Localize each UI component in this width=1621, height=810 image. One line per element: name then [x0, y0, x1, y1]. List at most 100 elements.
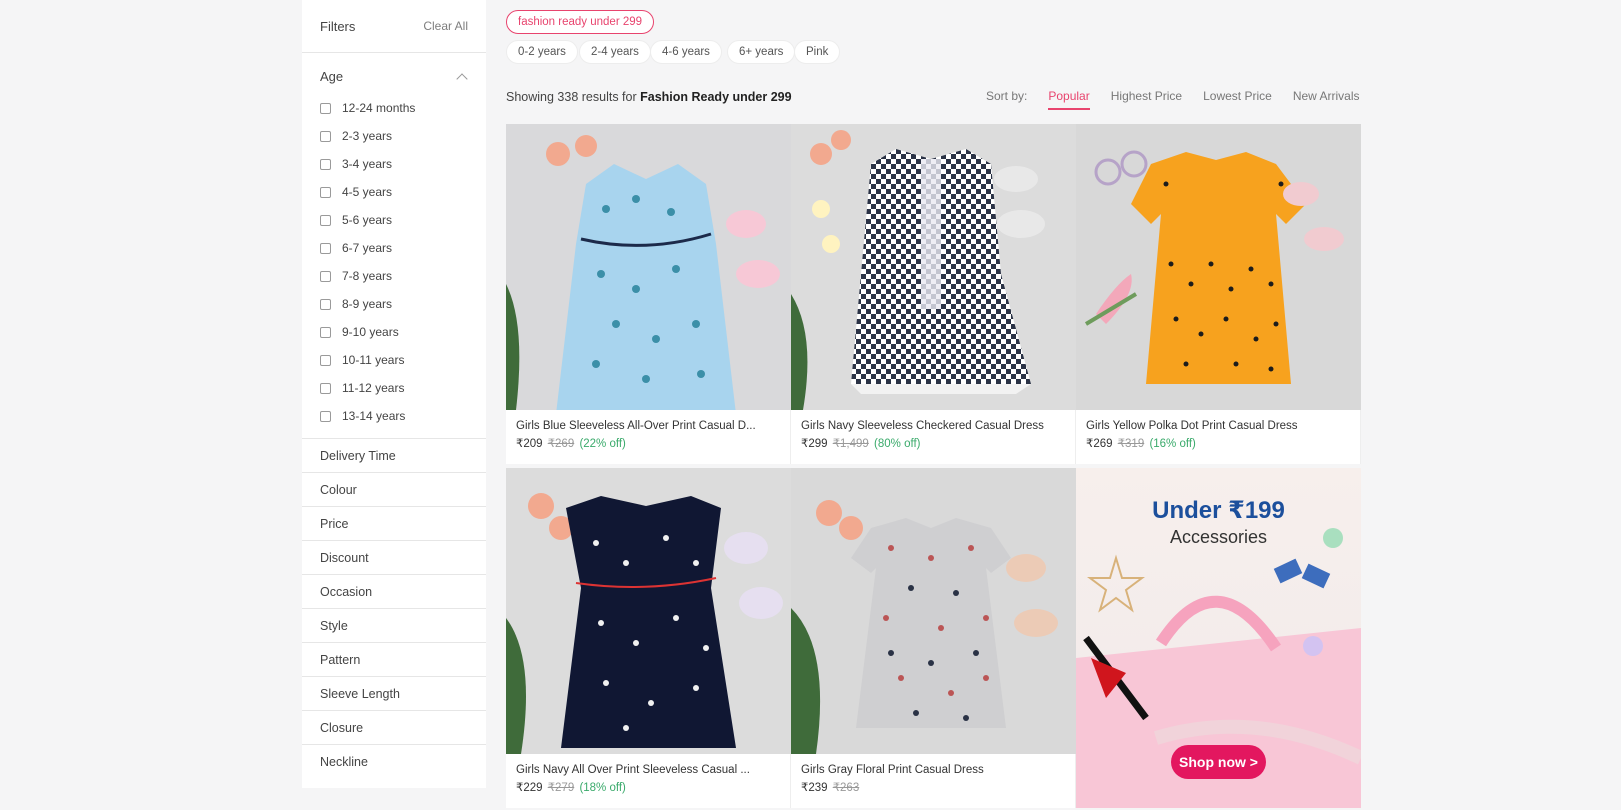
product-image[interactable] [791, 468, 1076, 754]
selling-price: ₹269 [1086, 438, 1113, 450]
age-option[interactable]: 2-3 years [320, 122, 468, 150]
checkbox-icon[interactable] [320, 382, 331, 394]
selling-price: ₹239 [801, 782, 828, 794]
checkbox-icon[interactable] [320, 410, 331, 422]
age-option[interactable]: 11-12 years [320, 374, 468, 402]
product-card[interactable]: Girls Navy All Over Print Sleeveless Cas… [506, 468, 791, 808]
age-option[interactable]: 13-14 years [320, 402, 468, 430]
product-card[interactable]: Girls Gray Floral Print Casual Dress ₹23… [791, 468, 1076, 808]
banner-subtitle: Accessories [1169, 527, 1268, 547]
chip-4-6-years[interactable]: 4-6 years [650, 40, 722, 64]
age-filter-header[interactable]: Age [320, 69, 468, 85]
facet-price[interactable]: Price [302, 506, 486, 540]
chevron-up-icon[interactable] [456, 72, 468, 85]
product-image[interactable] [1076, 124, 1361, 410]
checkbox-icon[interactable] [320, 270, 331, 282]
mrp-price: ₹319 [1117, 438, 1145, 450]
facet-pattern[interactable]: Pattern [302, 642, 486, 676]
facet-delivery-time[interactable]: Delivery Time [302, 438, 486, 472]
age-option-label: 6-7 years [342, 241, 393, 255]
sort-label: Sort by: [986, 89, 1028, 103]
checkbox-icon[interactable] [320, 158, 331, 170]
product-name[interactable]: Girls Gray Floral Print Casual Dress [791, 754, 1075, 776]
age-option[interactable]: 9-10 years [320, 318, 468, 346]
chip-0-2-years[interactable]: 0-2 years [506, 40, 578, 64]
results-prefix: Showing 338 results for [506, 90, 641, 104]
filters-sidebar: Filters Clear All Age 12-24 months 2-3 ye… [302, 0, 486, 788]
age-option-label: 5-6 years [342, 213, 393, 227]
chip-fashion-ready-under-299[interactable]: fashion ready under 299 [506, 10, 655, 34]
age-option[interactable]: 6-7 years [320, 234, 468, 262]
discount-percent: (22% off) [579, 438, 626, 450]
age-option[interactable]: 10-11 years [320, 346, 468, 374]
product-image[interactable] [506, 124, 791, 410]
product-card[interactable]: Girls Blue Sleeveless All-Over Print Cas… [506, 124, 791, 464]
checkbox-icon[interactable] [320, 298, 331, 310]
selling-price: ₹229 [516, 782, 543, 794]
checkbox-icon[interactable] [320, 242, 331, 254]
age-option-label: 11-12 years [342, 381, 405, 395]
shop-now-button[interactable]: Shop now > [1171, 745, 1266, 779]
product-price: ₹209 ₹269 (22% off) [506, 432, 790, 454]
product-image[interactable] [506, 468, 791, 754]
facet-list: Delivery Time Colour Price Discount Occasion… [302, 438, 486, 778]
age-option-label: 2-3 years [342, 129, 393, 143]
checkbox-icon[interactable] [320, 326, 331, 338]
facet-closure[interactable]: Closure [302, 710, 486, 744]
age-option-label: 7-8 years [342, 269, 393, 283]
facet-sleeve-length[interactable]: Sleeve Length [302, 676, 486, 710]
accessories-promo-banner[interactable]: Under ₹199 Accessories Shop now > [1076, 468, 1361, 808]
chip-2-4-years[interactable]: 2-4 years [579, 40, 651, 64]
facet-style[interactable]: Style [302, 608, 486, 642]
age-filter-label: Age [320, 69, 344, 84]
filters-title: Filters [320, 18, 356, 34]
age-option[interactable]: 3-4 years [320, 150, 468, 178]
product-image[interactable] [791, 124, 1076, 410]
facet-neckline[interactable]: Neckline [302, 744, 486, 778]
chip-pink[interactable]: Pink [794, 40, 841, 64]
product-name[interactable]: Girls Yellow Polka Dot Print Casual Dres… [1076, 410, 1360, 432]
age-option-label: 9-10 years [342, 325, 399, 339]
discount-percent: (80% off) [874, 438, 921, 450]
selling-price: ₹209 [516, 438, 543, 450]
checkbox-icon[interactable] [320, 186, 331, 198]
age-option-label: 4-5 years [342, 185, 393, 199]
checkbox-icon[interactable] [320, 354, 331, 366]
banner-title: Under ₹199 [1152, 497, 1285, 524]
facet-discount[interactable]: Discount [302, 540, 486, 574]
age-option-label: 8-9 years [342, 297, 393, 311]
age-option[interactable]: 4-5 years [320, 178, 468, 206]
checkbox-icon[interactable] [320, 130, 331, 142]
sort-lowest-price[interactable]: Lowest Price [1203, 89, 1272, 110]
age-option-label: 13-14 years [342, 409, 406, 423]
facet-occasion[interactable]: Occasion [302, 574, 486, 608]
age-options-list: 12-24 months 2-3 years 3-4 years 4-5 years 5… [320, 94, 468, 430]
checkbox-icon[interactable] [320, 214, 331, 226]
chip-6plus-years[interactable]: 6+ years [727, 40, 796, 64]
product-name[interactable]: Girls Navy Sleeveless Checkered Casual D… [791, 410, 1075, 432]
age-option[interactable]: 5-6 years [320, 206, 468, 234]
sort-highest-price[interactable]: Highest Price [1111, 89, 1182, 110]
product-card[interactable]: Girls Yellow Polka Dot Print Casual Dres… [1076, 124, 1361, 464]
age-option-label: 3-4 years [342, 157, 393, 171]
age-option[interactable]: 7-8 years [320, 262, 468, 290]
checkbox-icon[interactable] [320, 102, 331, 114]
age-option[interactable]: 8-9 years [320, 290, 468, 318]
mrp-price: ₹279 [547, 782, 575, 794]
discount-percent: (18% off) [579, 782, 626, 794]
selling-price: ₹299 [801, 438, 828, 450]
product-price: ₹239 ₹263 [791, 776, 1075, 798]
product-grid: Girls Blue Sleeveless All-Over Print Cas… [506, 124, 1362, 808]
facet-colour[interactable]: Colour [302, 472, 486, 506]
discount-percent: (16% off) [1149, 438, 1196, 450]
product-name[interactable]: Girls Blue Sleeveless All-Over Print Cas… [506, 410, 790, 432]
product-price: ₹229 ₹279 (18% off) [506, 776, 790, 798]
product-card[interactable]: Girls Navy Sleeveless Checkered Casual D… [791, 124, 1076, 464]
age-filter-section: Age 12-24 months 2-3 years 3-4 years 4-5 ye… [302, 53, 486, 438]
sort-bar: Sort by: Popular Highest Price Lowest Pr… [986, 89, 1360, 110]
sort-popular[interactable]: Popular [1048, 89, 1090, 110]
clear-all-button[interactable]: Clear All [423, 19, 468, 33]
age-option[interactable]: 12-24 months [320, 94, 468, 122]
product-name[interactable]: Girls Navy All Over Print Sleeveless Cas… [506, 754, 790, 776]
sort-new-arrivals[interactable]: New Arrivals [1293, 89, 1360, 110]
